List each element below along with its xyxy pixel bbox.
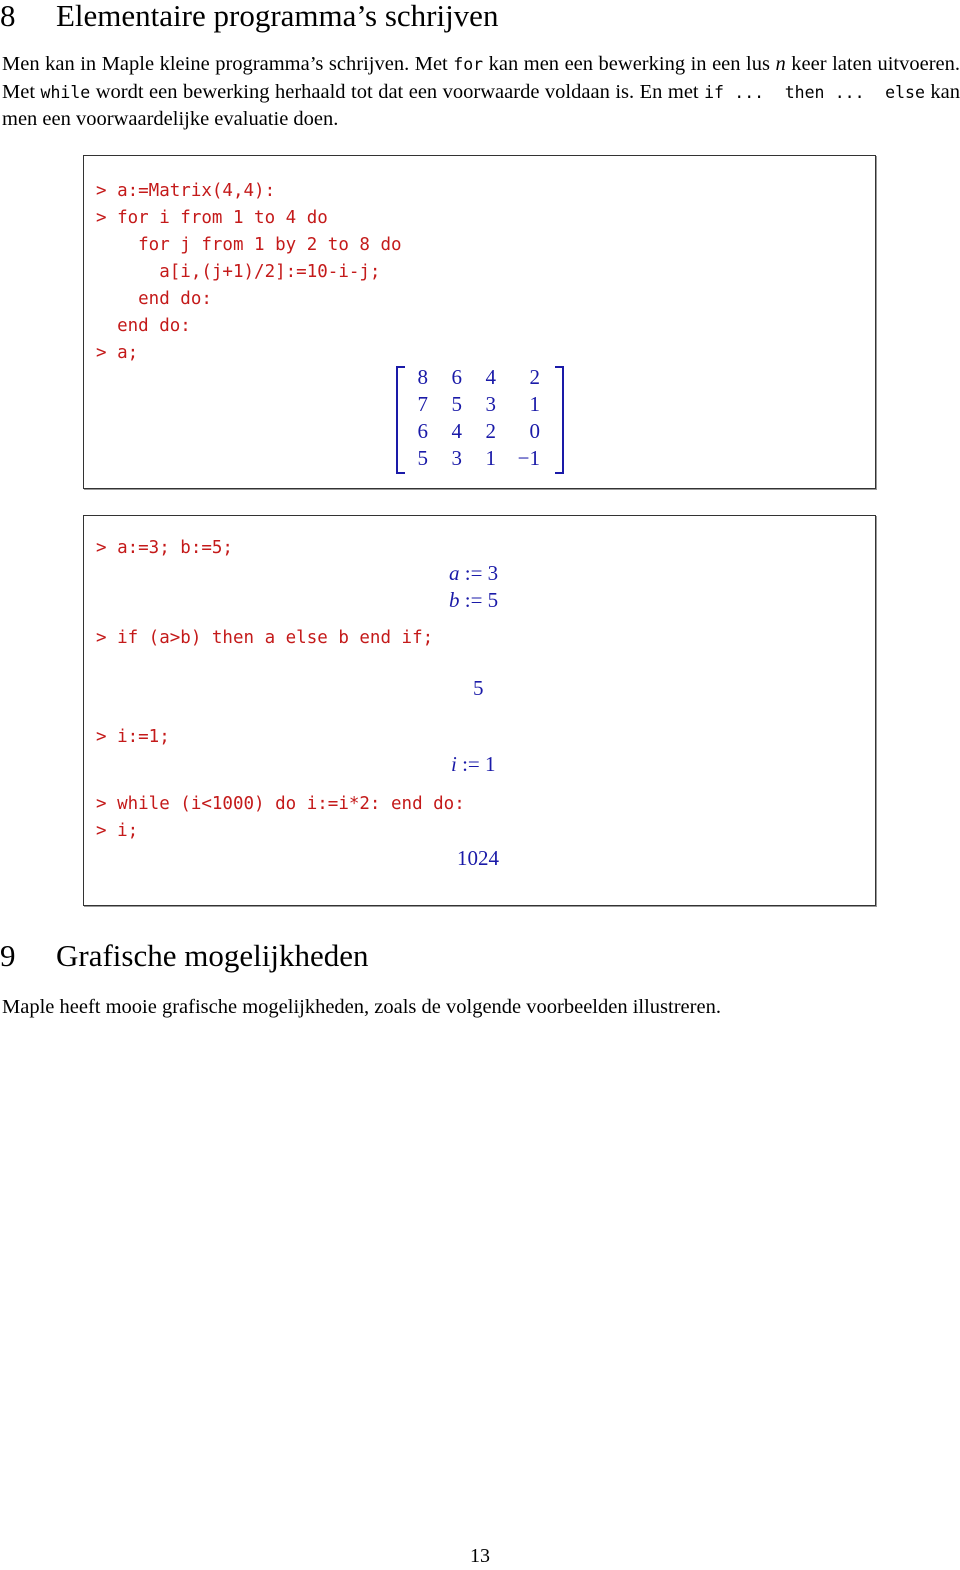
keyword-while: while: [40, 82, 91, 102]
matrix-cell: 5: [451, 392, 463, 416]
math-value: := 3: [459, 561, 499, 585]
maple-output-b: b := 5: [449, 587, 498, 614]
maple-input-line: > a:=3; b:=5;: [96, 538, 233, 558]
maple-input-line: > i:=1;: [96, 727, 170, 747]
section-number: 9: [0, 938, 16, 973]
matrix-cell: 8: [417, 365, 429, 389]
section-9-heading: 9 Grafische mogelijkheden: [0, 940, 368, 971]
intro-text: wordt een bewerking herhaald tot dat een…: [90, 80, 705, 103]
maple-output-if: 5: [473, 676, 484, 700]
matrix-cell: 5: [417, 446, 429, 470]
section-number: 8: [0, 0, 16, 33]
maple-input-line: > a;: [96, 343, 139, 363]
math-var: b: [449, 588, 460, 612]
maple-output-i: i := 1: [451, 751, 496, 778]
matrix-cell: 0: [529, 419, 541, 443]
maple-input-line: > a:=Matrix(4,4):: [96, 181, 276, 201]
math-value: := 1: [456, 752, 496, 776]
matrix-cell: 2: [529, 365, 541, 389]
maple-input-line: end do:: [96, 289, 212, 309]
section-title: Elementaire programma’s schrijven: [56, 0, 499, 33]
maple-input-line: > while (i<1000) do i:=i*2: end do:: [96, 794, 465, 814]
section-9-intro: Maple heeft mooie grafische mogelijkhede…: [2, 996, 721, 1018]
intro-text: kan men een bewerking in een lus: [483, 53, 776, 75]
maple-input-line: for j from 1 by 2 to 8 do: [96, 235, 402, 255]
section-8-intro: Men kan in Maple kleine programma’s schr…: [2, 51, 960, 134]
matrix-cell: 4: [485, 365, 497, 389]
math-value: := 5: [459, 588, 499, 612]
math-var: a: [449, 561, 460, 585]
maple-input-line: > for i from 1 to 4 do: [96, 208, 328, 228]
matrix-cell: 6: [451, 365, 463, 389]
matrix-cell: 1: [529, 392, 541, 416]
matrix-cell: 3: [451, 446, 463, 470]
section-title: Grafische mogelijkheden: [56, 938, 369, 973]
intro-text: Men kan in Maple kleine programma’s schr…: [2, 53, 454, 75]
maple-input-line: > i;: [96, 821, 139, 841]
right-bracket: [555, 366, 564, 474]
matrix-output: 8 6 4 2 7 5 3 1 6 4 2 0 5 3 1 −1: [396, 365, 564, 474]
maple-output-a: a := 3: [449, 560, 498, 587]
keyword-for: for: [453, 55, 484, 74]
maple-input-line: a[i,(j+1)/2]:=10-i-j;: [96, 262, 381, 282]
matrix-cell: 1: [485, 446, 497, 470]
matrix-cell: 3: [485, 392, 497, 416]
maple-input-line: end do:: [96, 316, 191, 336]
matrix-cell: −1: [517, 446, 540, 470]
keyword-if-then-else: if ... then ... else: [704, 82, 925, 102]
math-var-n: n: [775, 53, 786, 75]
matrix-cell: 4: [451, 419, 463, 443]
page-number: 13: [470, 1545, 490, 1567]
matrix-cell: 6: [417, 419, 429, 443]
maple-output-i-result: 1024: [457, 846, 499, 870]
matrix-cell: 7: [417, 392, 429, 416]
section-8-heading: 8 Elementaire programma’s schrijven: [0, 0, 498, 31]
maple-input-line: > if (a>b) then a else b end if;: [96, 628, 434, 648]
matrix-cell: 2: [485, 419, 497, 443]
